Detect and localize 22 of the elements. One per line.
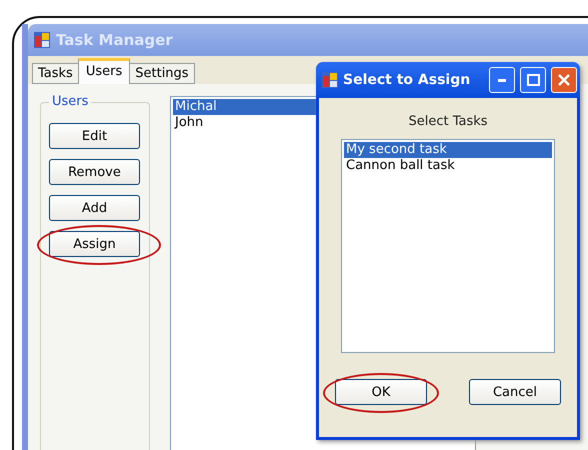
- dialog-heading: Select Tasks: [408, 114, 488, 129]
- app-icon: [34, 32, 50, 48]
- app-icon: [322, 72, 338, 88]
- window-title: Task Manager: [56, 31, 173, 49]
- action-button[interactable]: Edit: [49, 123, 140, 149]
- minimize-button[interactable]: [489, 67, 515, 93]
- tab[interactable]: Users: [78, 58, 130, 84]
- dialog-button[interactable]: Cancel: [469, 379, 561, 405]
- action-button[interactable]: Add: [49, 195, 140, 221]
- close-icon: [558, 74, 570, 86]
- tab[interactable]: Tasks: [32, 63, 79, 84]
- close-button[interactable]: [551, 67, 577, 93]
- tab[interactable]: Settings: [129, 63, 195, 84]
- list-item[interactable]: Cannon ball task: [344, 158, 552, 174]
- list-item[interactable]: My second task: [344, 142, 552, 158]
- dialog-title: Select to Assign: [343, 72, 472, 88]
- action-button[interactable]: Assign: [49, 231, 140, 257]
- dialog-button[interactable]: OK: [335, 379, 427, 405]
- action-button[interactable]: Remove: [49, 159, 140, 185]
- minimize-icon: [498, 78, 506, 82]
- maximize-button[interactable]: [520, 67, 546, 93]
- maximize-icon: [526, 74, 540, 86]
